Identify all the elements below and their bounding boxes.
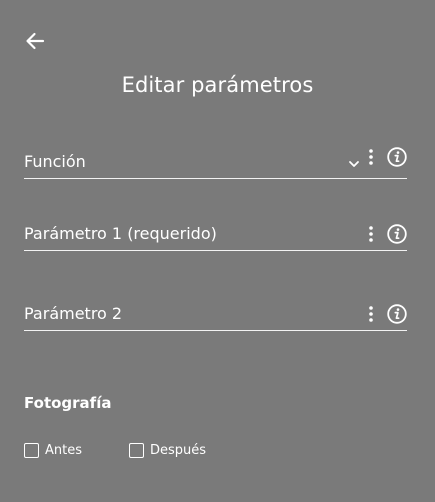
photo-section-title: Fotografía [24, 394, 112, 412]
parameter-1-actions [367, 222, 407, 246]
chevron-down-icon[interactable] [347, 157, 361, 171]
function-select-label: Función [24, 152, 86, 171]
parameter-2-actions [367, 302, 407, 326]
field-underline [24, 330, 407, 331]
more-vertical-icon[interactable] [367, 305, 375, 323]
parameter-2-label: Parámetro 2 [24, 304, 123, 323]
back-button[interactable] [22, 28, 48, 54]
before-checkbox-box[interactable] [24, 443, 39, 458]
function-select-actions [347, 145, 407, 169]
parameter-1-field[interactable]: Parámetro 1 (requerido) [24, 217, 407, 251]
info-icon[interactable] [387, 147, 407, 167]
info-icon[interactable] [387, 224, 407, 244]
field-underline [24, 178, 407, 179]
arrow-left-icon [22, 28, 48, 54]
before-checkbox-label: Antes [45, 443, 83, 458]
more-vertical-icon[interactable] [367, 148, 375, 166]
field-underline [24, 250, 407, 251]
after-checkbox-box[interactable] [129, 443, 144, 458]
page-title: Editar parámetros [121, 73, 314, 97]
more-vertical-icon[interactable] [367, 225, 375, 243]
function-select[interactable]: Función [24, 145, 407, 179]
parameter-1-label: Parámetro 1 (requerido) [24, 224, 217, 243]
parameter-2-field[interactable]: Parámetro 2 [24, 297, 407, 331]
after-checkbox[interactable]: Después [129, 443, 206, 458]
before-checkbox[interactable]: Antes [24, 443, 82, 458]
after-checkbox-label: Después [150, 443, 207, 458]
info-icon[interactable] [387, 304, 407, 324]
